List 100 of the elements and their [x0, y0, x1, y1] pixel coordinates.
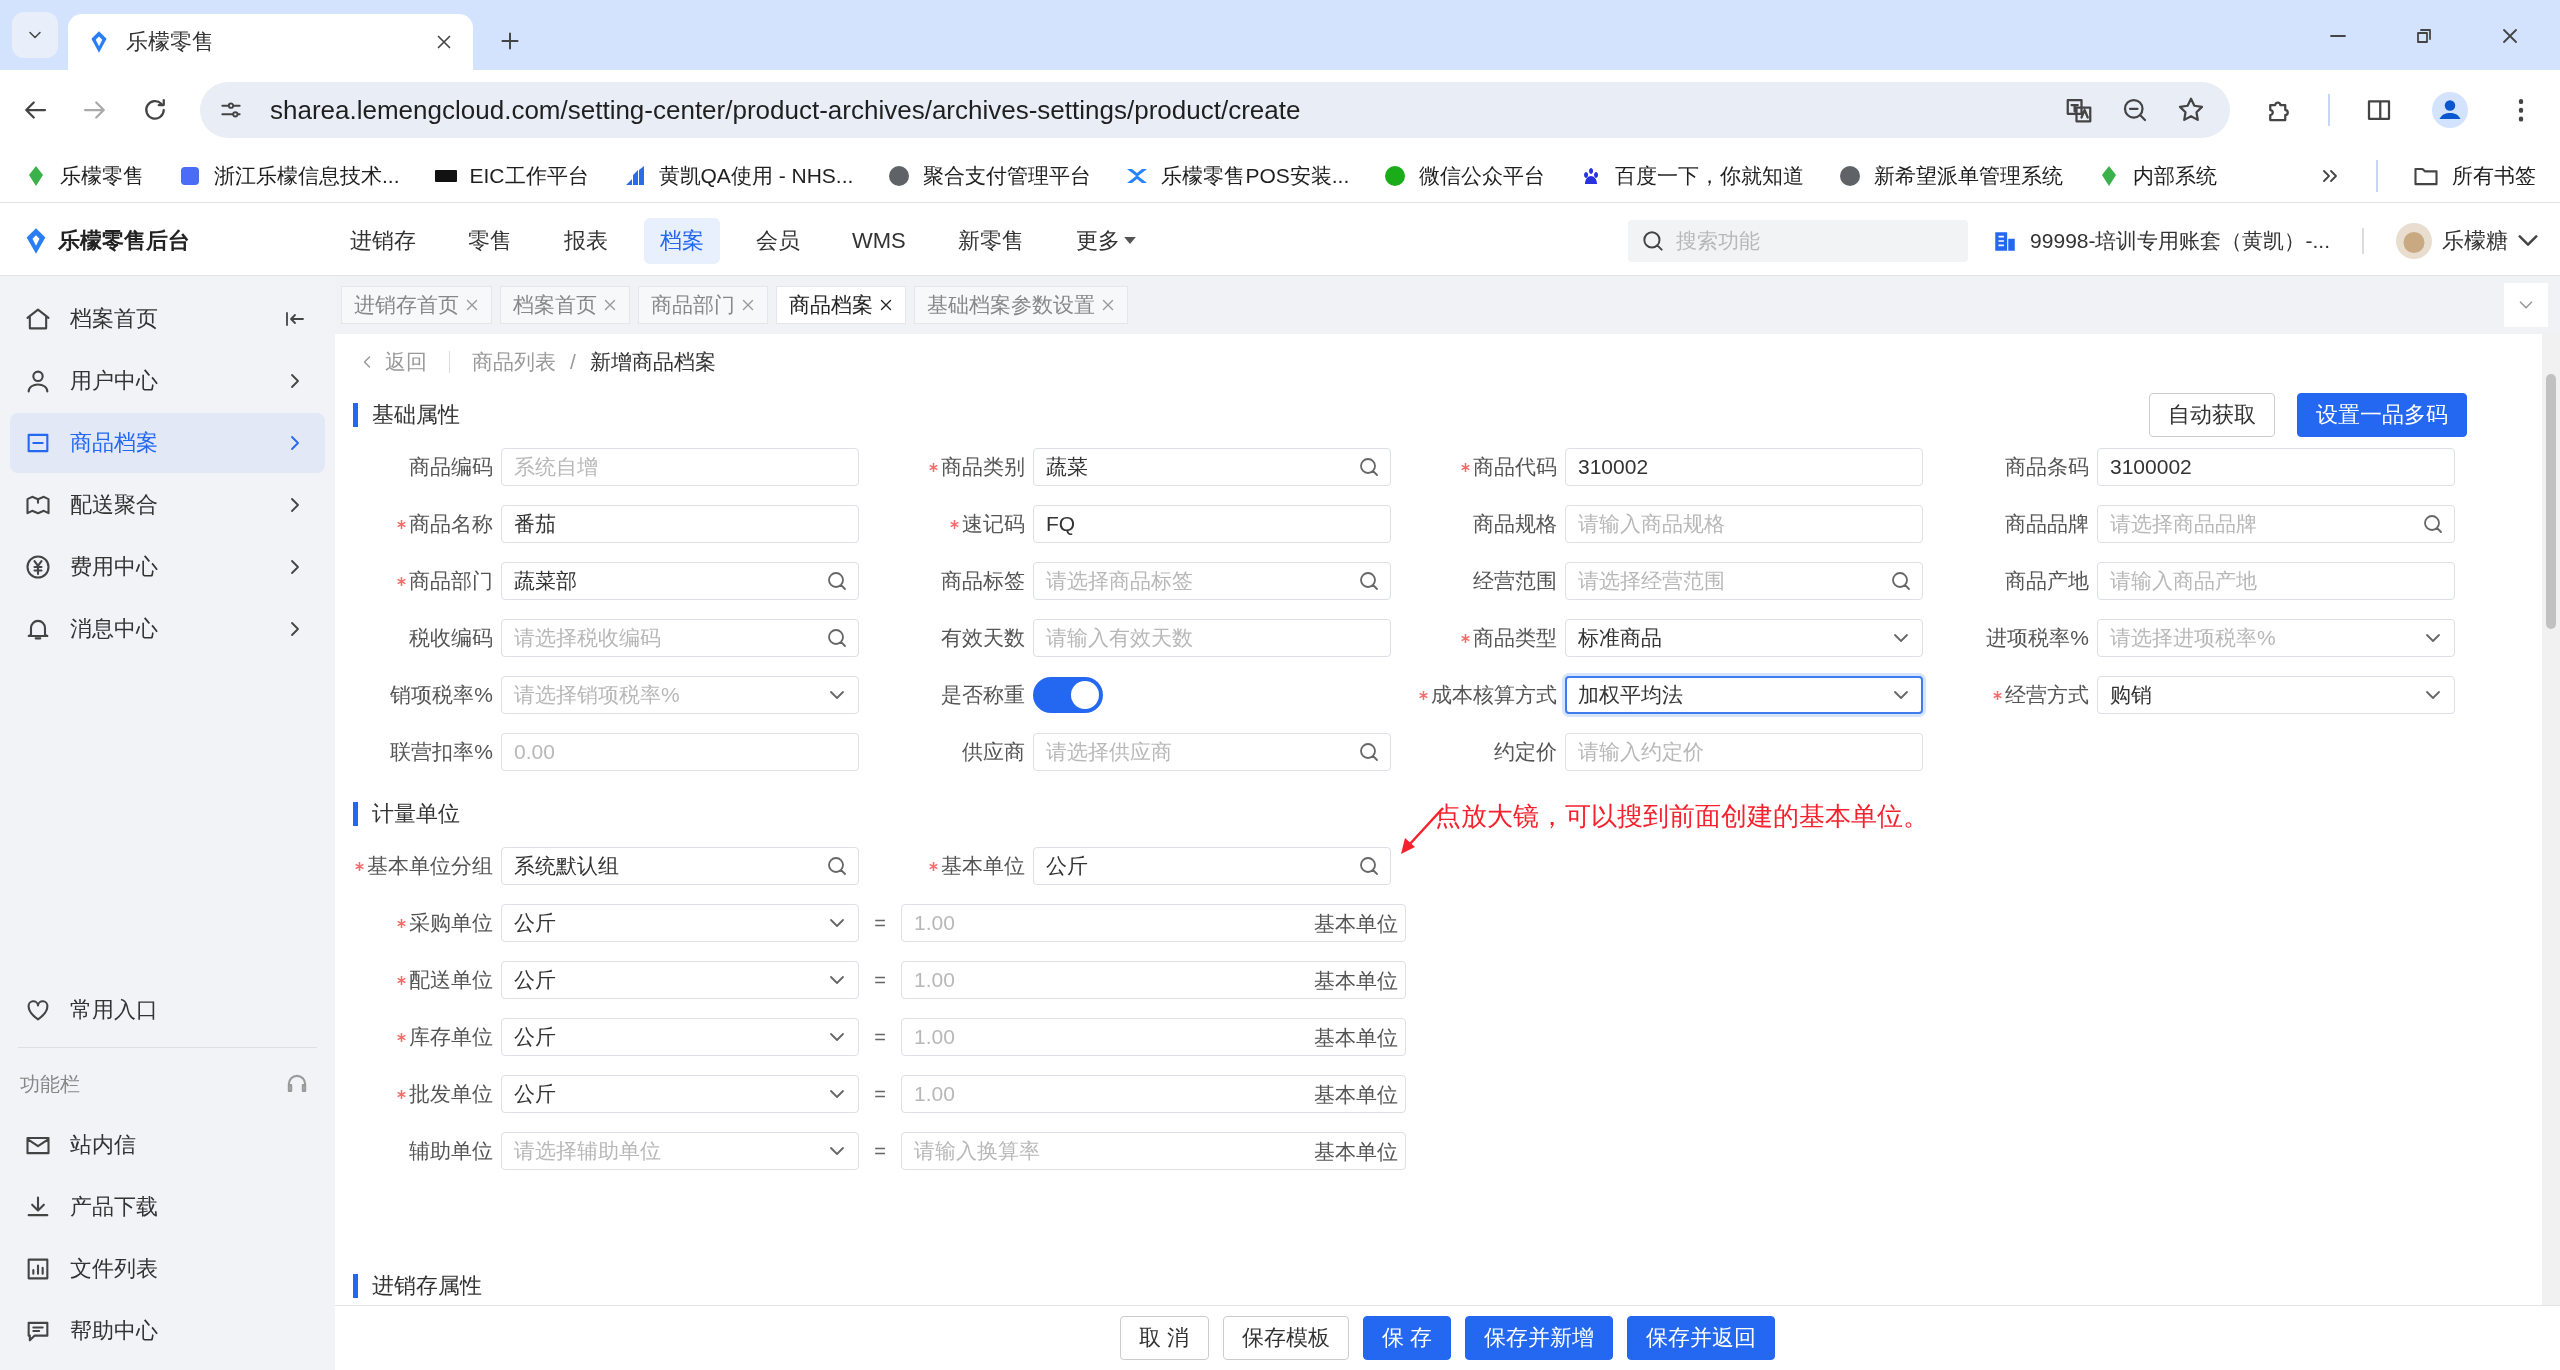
input-field[interactable]: 公斤 — [1033, 847, 1391, 885]
field-label: 配送单位 — [409, 967, 493, 993]
action-button[interactable]: 保存并返回 — [1626, 1316, 1775, 1360]
field-label: 经营方式 — [2005, 682, 2089, 708]
bookmark[interactable]: 微信公众平台 — [1383, 162, 1546, 190]
unit-suffix: 基本单位 — [1314, 911, 1398, 937]
nav-tab[interactable]: 进销存 — [334, 217, 432, 264]
all-bookmarks-button[interactable]: 所有书签 — [2412, 162, 2536, 190]
select-field[interactable]: 请选择进项税率% — [2097, 619, 2455, 657]
sidebar-item[interactable]: 档案首页 — [10, 289, 325, 349]
field-label: 商品部门 — [409, 568, 493, 594]
nav-tab[interactable]: WMS — [836, 219, 922, 262]
field-label: 联营扣率% — [390, 739, 493, 765]
search-icon[interactable] — [2421, 512, 2445, 536]
select-field[interactable]: 加权平均法 — [1565, 676, 1923, 714]
input-field[interactable]: 请输入商品产地 — [2097, 562, 2455, 600]
select-field[interactable]: 请选择销项税率% — [501, 676, 859, 714]
nav-tab[interactable]: 新零售 — [941, 217, 1040, 264]
field-label: 采购单位 — [409, 910, 493, 936]
input-field[interactable]: 请输入有效天数 — [1033, 619, 1391, 657]
select-field[interactable]: 标准商品 — [1565, 619, 1923, 657]
profile-icon[interactable] — [2432, 92, 2468, 128]
action-button[interactable]: 保存模板 — [1222, 1316, 1349, 1360]
sidebar-item[interactable]: 站内信 — [10, 1115, 325, 1175]
action-button[interactable]: 设置一品多码 — [2297, 393, 2467, 437]
bookmark[interactable]: 百度一下，你就知道 — [1579, 162, 1805, 190]
input-field[interactable]: 番茄 — [501, 505, 859, 543]
sidebar-item[interactable]: 配送聚合 — [10, 475, 325, 535]
input-field[interactable]: 请选择商品标签 — [1033, 562, 1391, 600]
select-field[interactable]: 公斤 — [501, 1075, 859, 1113]
field-label: 供应商 — [962, 739, 1025, 765]
sidebar-item[interactable]: 费用中心 — [10, 537, 325, 597]
sidebar-item[interactable]: 消息中心 — [10, 599, 325, 659]
select-field[interactable]: 公斤 — [501, 1018, 859, 1056]
bookmark[interactable]: 黄凯QA使用 - NHS... — [622, 162, 854, 190]
input-field[interactable]: 请输入商品规格 — [1565, 505, 1923, 543]
search-icon[interactable] — [1357, 569, 1381, 593]
search-icon[interactable] — [1357, 854, 1381, 878]
field-label: 基本单位 — [941, 853, 1025, 879]
search-field[interactable]: 搜索功能 — [1628, 219, 1969, 262]
action-button[interactable]: 保 存 — [1362, 1316, 1451, 1360]
field-label: 是否称重 — [941, 682, 1025, 708]
search-icon[interactable] — [1357, 740, 1381, 764]
search-icon[interactable] — [1357, 455, 1381, 479]
sidebar-item[interactable]: 产品下载 — [10, 1177, 325, 1237]
search-icon[interactable] — [1889, 569, 1913, 593]
input-field[interactable]: FQ — [1033, 505, 1391, 543]
nav-tab[interactable]: 更多 — [1059, 217, 1152, 264]
search-icon[interactable] — [825, 626, 849, 650]
address-bar[interactable]: sharea.lemengcloud.com/setting-center/product-archives/archives-settings/product/create — [200, 82, 2230, 138]
scrollbar-thumb[interactable] — [2546, 374, 2556, 629]
search-icon[interactable] — [825, 854, 849, 878]
nav-tab[interactable]: 零售 — [452, 217, 528, 264]
bookmark[interactable]: 乐檬零售 — [24, 162, 144, 190]
input-field[interactable]: 蔬菜部 — [501, 562, 859, 600]
bookmark[interactable]: 聚合支付管理平台 — [887, 162, 1092, 190]
sidebar-item[interactable]: 帮助中心 — [10, 1301, 325, 1361]
caret-down-icon — [1123, 237, 1136, 244]
search-icon[interactable] — [825, 569, 849, 593]
breadcrumb-item: 新增商品档案 — [589, 349, 716, 375]
input-field[interactable]: 请选择经营范围 — [1565, 562, 1923, 600]
sidebar-item[interactable]: 用户中心 — [10, 351, 325, 411]
action-button[interactable]: 自动获取 — [2149, 393, 2275, 437]
bookmark[interactable]: 乐檬零售POS安装... — [1125, 162, 1350, 190]
input-field[interactable]: 系统默认组 — [501, 847, 859, 885]
sidebar-item[interactable]: 常用入口 — [10, 980, 325, 1040]
select-field[interactable]: 公斤 — [501, 961, 859, 999]
nav-tab[interactable]: 会员 — [740, 217, 816, 264]
toggle-switch[interactable] — [1033, 677, 1103, 713]
input-field[interactable]: 请选择税收编码 — [501, 619, 859, 657]
page-tab[interactable]: 商品档案 — [776, 286, 906, 324]
field-label: 税收编码 — [409, 625, 493, 651]
browser-tab[interactable]: 乐檬零售 — [68, 14, 473, 70]
input-field[interactable]: 0.00 — [501, 733, 859, 771]
nav-tab[interactable]: 报表 — [548, 217, 624, 264]
sidebar-item[interactable]: 文件列表 — [10, 1239, 325, 1299]
input-field[interactable]: 请选择供应商 — [1033, 733, 1391, 771]
bookmark[interactable]: 内部系统 — [2097, 162, 2218, 190]
select-field[interactable]: 请选择辅助单位 — [501, 1132, 859, 1170]
input-field[interactable]: 请选择商品品牌 — [2097, 505, 2455, 543]
nav-tab[interactable]: 档案 — [644, 217, 720, 264]
bookmark[interactable]: EIC工作平台 — [433, 162, 589, 190]
bookmark[interactable]: 新希望派单管理系统 — [1838, 162, 2064, 190]
unit-suffix: 基本单位 — [1314, 1139, 1398, 1165]
field-label: 商品编码 — [409, 454, 493, 480]
bookmark[interactable]: 浙江乐檬信息技术... — [178, 162, 400, 190]
user-menu[interactable]: 乐檬糖 — [2396, 222, 2538, 259]
action-button[interactable]: 保存并新增 — [1464, 1316, 1613, 1360]
input-field[interactable]: 系统自增 — [501, 448, 859, 486]
select-field[interactable]: 公斤 — [501, 904, 859, 942]
select-field[interactable]: 购销 — [2097, 676, 2455, 714]
input-field[interactable]: 310002 — [1565, 448, 1923, 486]
account-switcher[interactable]: 99998-培训专用账套（黄凯）-... — [1992, 226, 2330, 255]
input-field[interactable]: 请输入约定价 — [1565, 733, 1923, 771]
sidebar-item[interactable]: 商品档案 — [10, 413, 325, 473]
field-label: 进项税率% — [1986, 625, 2089, 651]
input-field[interactable]: 3100002 — [2097, 448, 2455, 486]
field-label: 库存单位 — [409, 1024, 493, 1050]
input-field[interactable]: 蔬菜 — [1033, 448, 1391, 486]
action-button[interactable]: 取 消 — [1120, 1316, 1209, 1360]
